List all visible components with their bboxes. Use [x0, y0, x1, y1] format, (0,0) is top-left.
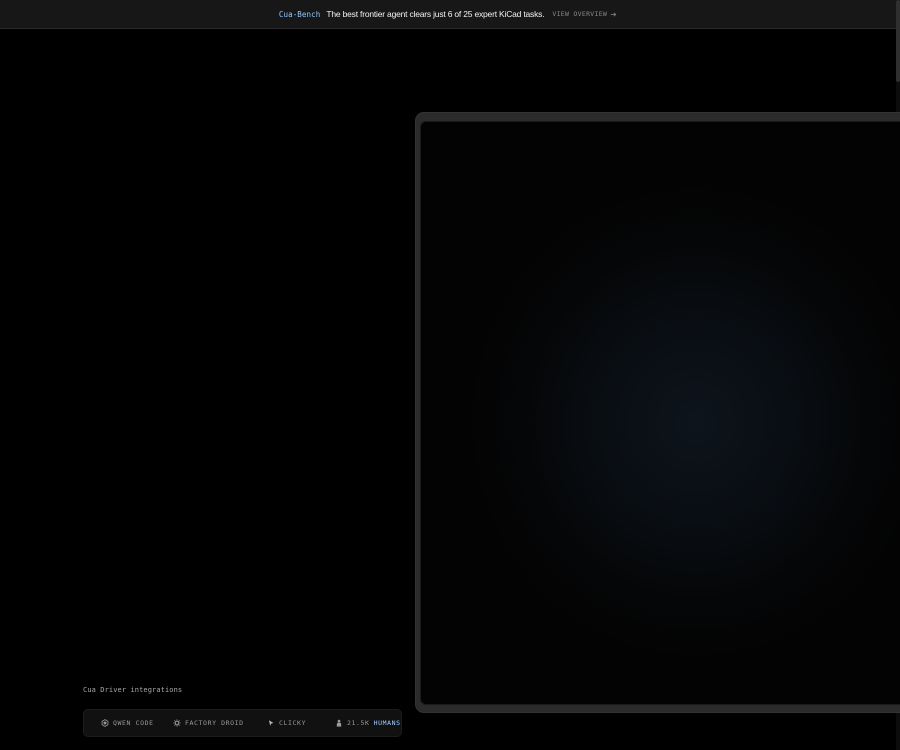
scrollbar-thumb[interactable] — [896, 0, 900, 82]
device-screen — [420, 121, 900, 705]
integration-qwen-code[interactable]: QWEN CODE — [101, 710, 154, 736]
humans-count[interactable]: 21.5K HUMANS — [335, 710, 401, 736]
integrations-label: Cua Driver integrations — [83, 686, 183, 694]
arrow-right-icon — [610, 11, 617, 17]
factory-droid-icon — [173, 719, 181, 727]
integration-factory-droid[interactable]: FACTORY DROID — [173, 710, 244, 736]
cursor-icon — [269, 720, 274, 726]
humans-label: HUMANS — [373, 719, 401, 727]
banner-message: The best frontier agent clears just 6 of… — [326, 9, 545, 19]
announcement-banner: Cua-Bench The best frontier agent clears… — [0, 0, 896, 29]
integration-clicky[interactable]: CLICKY — [267, 710, 306, 736]
banner-brand[interactable]: Cua-Bench — [279, 10, 321, 19]
humans-number: 21.5K — [347, 719, 370, 727]
view-overview-link[interactable]: VIEW OVERVIEW — [552, 10, 617, 18]
qwen-icon — [101, 719, 109, 727]
page: Cua-Bench The best frontier agent clears… — [0, 0, 900, 750]
person-icon — [336, 719, 342, 727]
integration-label: QWEN CODE — [113, 719, 154, 727]
integration-label: FACTORY DROID — [185, 719, 244, 727]
integration-label: CLICKY — [279, 719, 307, 727]
view-overview-label: VIEW OVERVIEW — [552, 10, 608, 18]
integrations-bar: QWEN CODE FACTORY DROID CLICKY 21.5K HUM… — [83, 709, 402, 737]
device-frame — [415, 112, 900, 713]
